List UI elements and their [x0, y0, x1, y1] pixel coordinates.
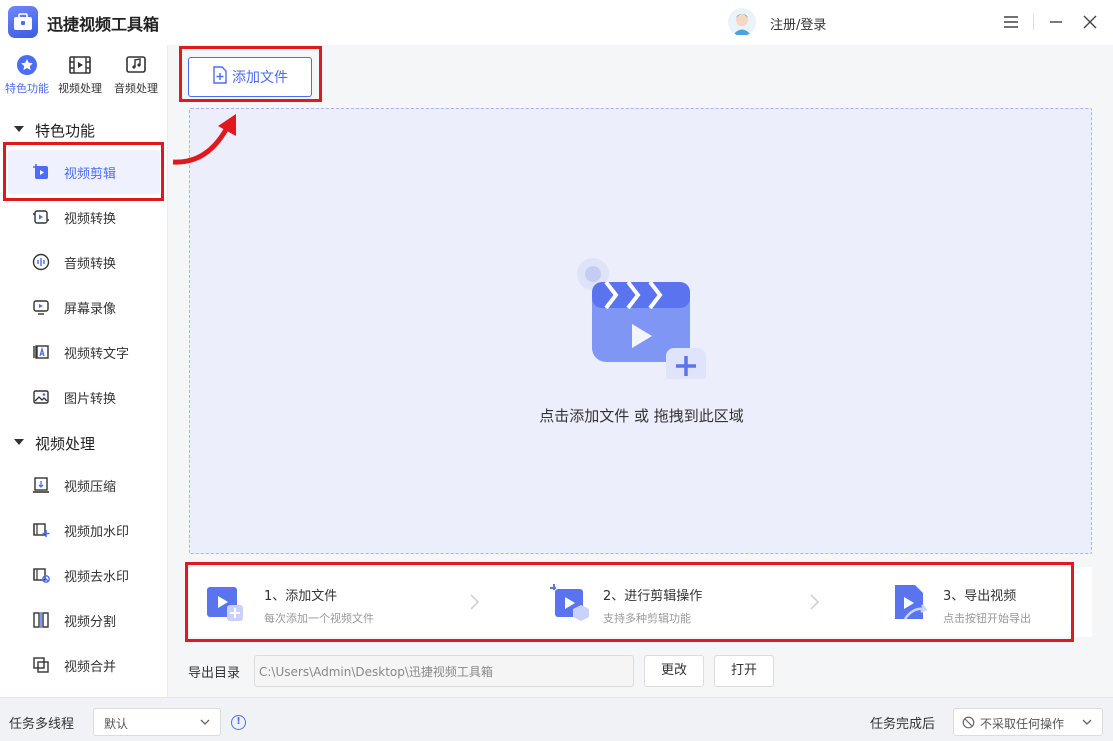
add-file-button[interactable]: 添加文件 [188, 57, 312, 97]
step-desc: 每次添加一个视频文件 [264, 612, 374, 625]
sidebar-item-audio-convert[interactable]: 音频转换 [8, 240, 160, 284]
sidebar-item-label: 视频加水印 [64, 525, 130, 540]
video-edit-icon [32, 163, 50, 181]
threads-value: 默认 [104, 717, 129, 731]
chevron-down-icon [1082, 719, 1092, 725]
group-title: 视频处理 [35, 435, 96, 453]
sidebar-item-remove-watermark[interactable]: 视频去水印 [8, 553, 160, 597]
drop-zone-hint: 点击添加文件 或 拖拽到此区域 [539, 407, 744, 425]
sidebar-item-label: 视频去水印 [64, 570, 130, 585]
video-merge-icon [32, 656, 50, 674]
after-complete-label: 任务完成后 [870, 717, 936, 732]
after-complete-value: 不采取任何操作 [980, 717, 1065, 731]
step-desc: 支持多种剪辑功能 [603, 612, 691, 625]
tab-label: 音频处理 [114, 82, 158, 95]
title-bar: 迅捷视频工具箱 注册/登录 [0, 0, 1113, 45]
screen-record-icon [32, 298, 50, 316]
sidebar-item-video-merge[interactable]: 视频合并 [8, 643, 160, 687]
menu-icon[interactable] [1001, 12, 1021, 32]
sidebar-item-label: 视频分割 [64, 615, 117, 630]
sidebar-item-label: 屏幕录像 [64, 302, 117, 317]
tab-featured[interactable]: 特色功能 [0, 54, 54, 100]
titlebar-divider [1033, 14, 1034, 30]
step-desc: 点击按钮开始导出 [943, 612, 1031, 625]
chevron-right-icon [810, 594, 820, 610]
edit-step-icon [550, 584, 589, 621]
sidebar-item-label: 音频转换 [64, 257, 117, 272]
chevron-down-icon [200, 719, 210, 725]
tab-label: 视频处理 [58, 82, 102, 95]
category-tabs: 特色功能 视频处理 音频处理 [0, 45, 168, 105]
remove-watermark-icon [32, 566, 50, 584]
app-window: 迅捷视频工具箱 注册/登录 特色功能 视频处理 音频处理 特色功能 视频剪辑 视… [0, 0, 1113, 741]
sidebar-item-label: 视频转换 [64, 212, 117, 227]
open-dir-button[interactable]: 打开 [714, 655, 774, 687]
threads-select[interactable]: 默认 [93, 708, 221, 736]
app-logo-icon [8, 6, 38, 38]
close-icon[interactable] [1080, 12, 1100, 32]
sidebar: 特色功能 视频处理 音频处理 特色功能 视频剪辑 视频转换 音频转换 屏幕录像 … [0, 45, 168, 697]
sidebar-item-video-compress[interactable]: 视频压缩 [8, 463, 160, 507]
group-video-processing-header[interactable]: 视频处理 [0, 428, 168, 458]
video-compress-icon [32, 476, 50, 494]
info-icon[interactable]: ! [231, 715, 246, 730]
steps-guide: 1、添加文件 每次添加一个视频文件 2、进行剪辑操作 支持多种剪辑功能 3、导出… [189, 567, 1092, 637]
add-file-icon [212, 66, 228, 88]
export-dir-label: 导出目录 [188, 666, 241, 681]
sidebar-item-video-convert[interactable]: 视频转换 [8, 195, 160, 239]
add-file-step-icon [207, 587, 243, 621]
sidebar-item-add-watermark[interactable]: 视频加水印 [8, 508, 160, 552]
group-featured-header[interactable]: 特色功能 [0, 115, 168, 145]
sidebar-item-label: 视频转文字 [64, 347, 130, 362]
sidebar-item-video-to-text[interactable]: 视频转文字 [8, 330, 160, 374]
sidebar-item-screen-record[interactable]: 屏幕录像 [8, 285, 160, 329]
sidebar-item-label: 图片转换 [64, 392, 117, 407]
sidebar-item-label: 视频合并 [64, 660, 117, 675]
avatar-icon[interactable] [728, 8, 756, 36]
film-icon [68, 54, 92, 76]
video-clapper-add-icon [577, 258, 706, 379]
tab-audio-processing[interactable]: 音频处理 [109, 54, 163, 100]
file-drop-zone[interactable]: 点击添加文件 或 拖拽到此区域 [189, 108, 1092, 554]
minimize-icon[interactable] [1046, 12, 1066, 32]
chevron-right-icon [470, 594, 480, 610]
app-title: 迅捷视频工具箱 [47, 15, 160, 34]
add-file-label: 添加文件 [232, 70, 288, 86]
music-icon [124, 54, 148, 76]
sidebar-item-video-split[interactable]: 视频分割 [8, 598, 160, 642]
video-convert-icon [32, 208, 50, 226]
sidebar-item-image-convert[interactable]: 图片转换 [8, 375, 160, 419]
add-watermark-icon [32, 521, 50, 539]
change-dir-button[interactable]: 更改 [644, 655, 704, 687]
video-split-icon [32, 611, 50, 629]
status-bar: 任务多线程 默认 ! 任务完成后 不采取任何操作 [0, 697, 1113, 741]
star-icon [15, 54, 39, 76]
step-title: 1、添加文件 [264, 589, 338, 604]
sidebar-item-video-edit[interactable]: 视频剪辑 [8, 150, 160, 194]
tab-label: 特色功能 [5, 82, 49, 95]
caret-down-icon [14, 439, 24, 445]
sidebar-item-label: 视频剪辑 [64, 167, 117, 182]
caret-down-icon [14, 126, 24, 132]
group-title: 特色功能 [35, 122, 96, 140]
export-path-field[interactable] [254, 655, 634, 687]
step-title: 2、进行剪辑操作 [603, 589, 703, 604]
login-register-link[interactable]: 注册/登录 [770, 14, 826, 33]
main-panel: 添加文件 点击添加文件 或 拖拽到此区域 1、添加文件 每次添加一个视频文件 2… [168, 45, 1113, 697]
no-action-icon [962, 716, 975, 729]
image-convert-icon [32, 388, 50, 406]
tab-video-processing[interactable]: 视频处理 [53, 54, 107, 100]
after-complete-select[interactable]: 不采取任何操作 [953, 708, 1103, 736]
threads-label: 任务多线程 [9, 717, 75, 732]
video-to-text-icon [32, 343, 50, 361]
export-step-icon [895, 585, 928, 620]
step-title: 3、导出视频 [943, 589, 1017, 604]
sidebar-item-label: 视频压缩 [64, 480, 117, 495]
audio-convert-icon [32, 253, 50, 271]
